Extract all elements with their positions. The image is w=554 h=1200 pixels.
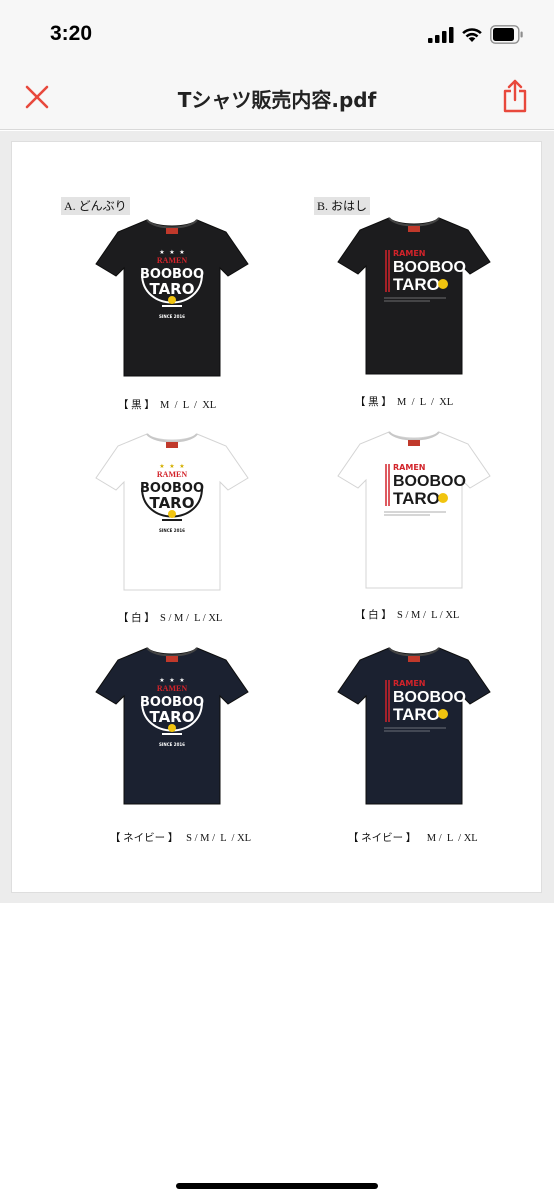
star-icon: ★	[169, 677, 174, 684]
logo-since: SINCE 2016	[159, 314, 185, 319]
tshirt-image: RAMENBOOBOOTARO	[337, 431, 491, 589]
logo-taro: TARO	[393, 489, 440, 508]
pdf-page[interactable]: A. どんぶり B. おはし ★ ★ ★ RAMEN BOOBOO TARO SINCE 2…	[11, 141, 542, 893]
mascot-icon	[438, 279, 448, 289]
logo-booboo: BOOBOO	[393, 473, 466, 490]
shirt-body	[337, 647, 491, 805]
tshirt-image: RAMENBOOBOOTARO	[337, 217, 491, 375]
shirt-body	[337, 217, 491, 375]
pdf-viewer[interactable]: A. どんぶり B. おはし ★ ★ ★ RAMEN BOOBOO TARO SINCE 2…	[0, 131, 554, 903]
logo-since: SINCE 2016	[159, 742, 185, 747]
neck-tag	[166, 442, 178, 448]
logo-ramen: RAMEN	[157, 470, 187, 479]
size-caption: 【 黒 】 M / L / XL	[118, 400, 217, 411]
logo-booboo: BOOBOO	[393, 259, 466, 276]
star-icon: ★	[159, 463, 164, 470]
size-caption: 【 白 】 S / M / L / XL	[118, 613, 223, 624]
wifi-icon	[462, 28, 482, 42]
size-caption: 【 ネイビー 】 M / L / XL	[348, 833, 478, 844]
status-time: 3:20	[50, 22, 93, 45]
logo-taro: TARO	[393, 705, 440, 724]
tshirt-image: ★ ★ ★RAMENBOOBOOTAROSINCE 2016	[95, 219, 249, 377]
empty-area	[0, 903, 554, 1200]
star-icon: ★	[179, 249, 184, 256]
shirt-body	[337, 431, 491, 589]
mascot-icon	[168, 296, 176, 304]
battery-icon	[490, 25, 523, 44]
star-icon: ★	[159, 677, 164, 684]
logo-taro: TARO	[150, 494, 195, 512]
logo-booboo: BOOBOO	[393, 689, 466, 706]
logo-ramen: RAMEN	[393, 679, 425, 688]
mascot-icon	[438, 709, 448, 719]
logo-taro: TARO	[150, 280, 195, 298]
mascot-icon	[438, 493, 448, 503]
pdf-viewer-header: Tシャツ販売内容.pdf	[0, 62, 554, 130]
mascot-icon	[168, 724, 176, 732]
share-icon[interactable]	[500, 78, 530, 114]
document-title: Tシャツ販売内容.pdf	[177, 88, 377, 112]
home-indicator[interactable]	[176, 1183, 378, 1189]
neck-tag	[166, 656, 178, 662]
tshirt-image: RAMENBOOBOOTARO	[337, 647, 491, 805]
logo-ramen: RAMEN	[157, 684, 187, 693]
logo-taro: TARO	[393, 275, 440, 294]
neck-tag	[408, 226, 420, 232]
star-icon: ★	[179, 463, 184, 470]
star-icon: ★	[169, 249, 174, 256]
logo-ramen: RAMEN	[393, 249, 425, 258]
tshirt-image: ★ ★ ★RAMENBOOBOOTAROSINCE 2016	[95, 647, 249, 805]
neck-tag	[408, 440, 420, 446]
neck-tag	[166, 228, 178, 234]
star-icon: ★	[169, 463, 174, 470]
size-caption: 【 黒 】 M / L / XL	[355, 397, 454, 408]
size-caption: 【 ネイビー 】 S / M / L / XL	[110, 833, 252, 844]
logo-ramen: RAMEN	[157, 256, 187, 265]
tshirt-image: ★ ★ ★RAMENBOOBOOTAROSINCE 2016	[95, 433, 249, 591]
status-bar: 3:20	[0, 0, 554, 62]
cellular-signal-icon	[428, 27, 454, 43]
star-icon: ★	[159, 249, 164, 256]
logo-ramen: RAMEN	[393, 463, 425, 472]
logo-since: SINCE 2016	[159, 528, 185, 533]
mascot-icon	[168, 510, 176, 518]
size-caption: 【 白 】 S / M / L / XL	[355, 610, 460, 621]
star-icon: ★	[179, 677, 184, 684]
logo-taro: TARO	[150, 708, 195, 726]
neck-tag	[408, 656, 420, 662]
